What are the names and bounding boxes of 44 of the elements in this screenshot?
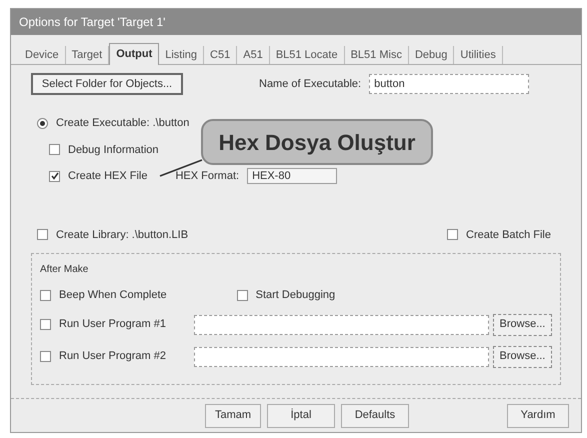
- checkbox-label: Run User Program #1: [59, 317, 166, 332]
- program-path-field[interactable]: [194, 346, 489, 366]
- tab[interactable]: Debug: [408, 46, 454, 64]
- dialog-button[interactable]: Yardım: [507, 404, 569, 428]
- checkbox-label: Debug Information: [68, 142, 158, 158]
- checkbox[interactable]: [40, 319, 51, 330]
- select-folder-button[interactable]: Select Folder for Objects...: [31, 73, 183, 95]
- browse-button[interactable]: Browse...: [492, 346, 552, 368]
- checkbox-label: Create Batch File: [466, 228, 551, 242]
- window-title: Options for Target 'Target 1': [19, 14, 166, 31]
- tab[interactable]: Output: [109, 43, 160, 65]
- tab[interactable]: Device: [19, 46, 66, 64]
- hex-format-label: HEX Format:: [175, 169, 240, 184]
- tab[interactable]: A51: [237, 46, 270, 64]
- executable-name-field[interactable]: button: [369, 74, 530, 94]
- checkbox-label: Run User Program #2: [59, 349, 166, 364]
- radio-button[interactable]: [37, 118, 48, 129]
- checkbox[interactable]: [40, 290, 51, 301]
- tab[interactable]: C51: [204, 46, 238, 64]
- program-path-field[interactable]: [194, 314, 489, 334]
- executable-name-label: Name of Executable:: [259, 76, 362, 92]
- browse-button[interactable]: Browse...: [492, 314, 552, 336]
- leader-line: [159, 159, 203, 177]
- checkbox[interactable]: [37, 229, 48, 240]
- tab[interactable]: BL51 Locate: [270, 46, 345, 64]
- hex-format-dropdown[interactable]: HEX-80: [247, 168, 338, 184]
- dialog-button[interactable]: İptal: [267, 404, 335, 428]
- radio-label: Create Executable: .\button: [56, 116, 190, 131]
- checkbox-label: Create HEX File: [68, 169, 148, 184]
- checkbox[interactable]: [49, 170, 60, 182]
- checkbox-label: Beep When Complete: [59, 288, 167, 303]
- tab[interactable]: Listing: [159, 46, 204, 64]
- dialog-button[interactable]: Defaults: [341, 404, 409, 428]
- checkbox[interactable]: [236, 290, 248, 301]
- tab[interactable]: BL51 Misc: [344, 46, 409, 64]
- checkbox-label: Start Debugging: [256, 288, 336, 303]
- tab[interactable]: Utilities: [454, 46, 503, 64]
- group-title: After Make: [40, 263, 90, 277]
- checkbox[interactable]: [447, 229, 458, 240]
- checkbox[interactable]: [40, 351, 51, 362]
- checkbox[interactable]: [49, 144, 60, 156]
- callout-text: Hex Dosya Oluştur: [218, 128, 416, 157]
- dialog-button[interactable]: Tamam: [205, 404, 261, 428]
- checkbox-label: Create Library: .\button.LIB: [56, 228, 188, 242]
